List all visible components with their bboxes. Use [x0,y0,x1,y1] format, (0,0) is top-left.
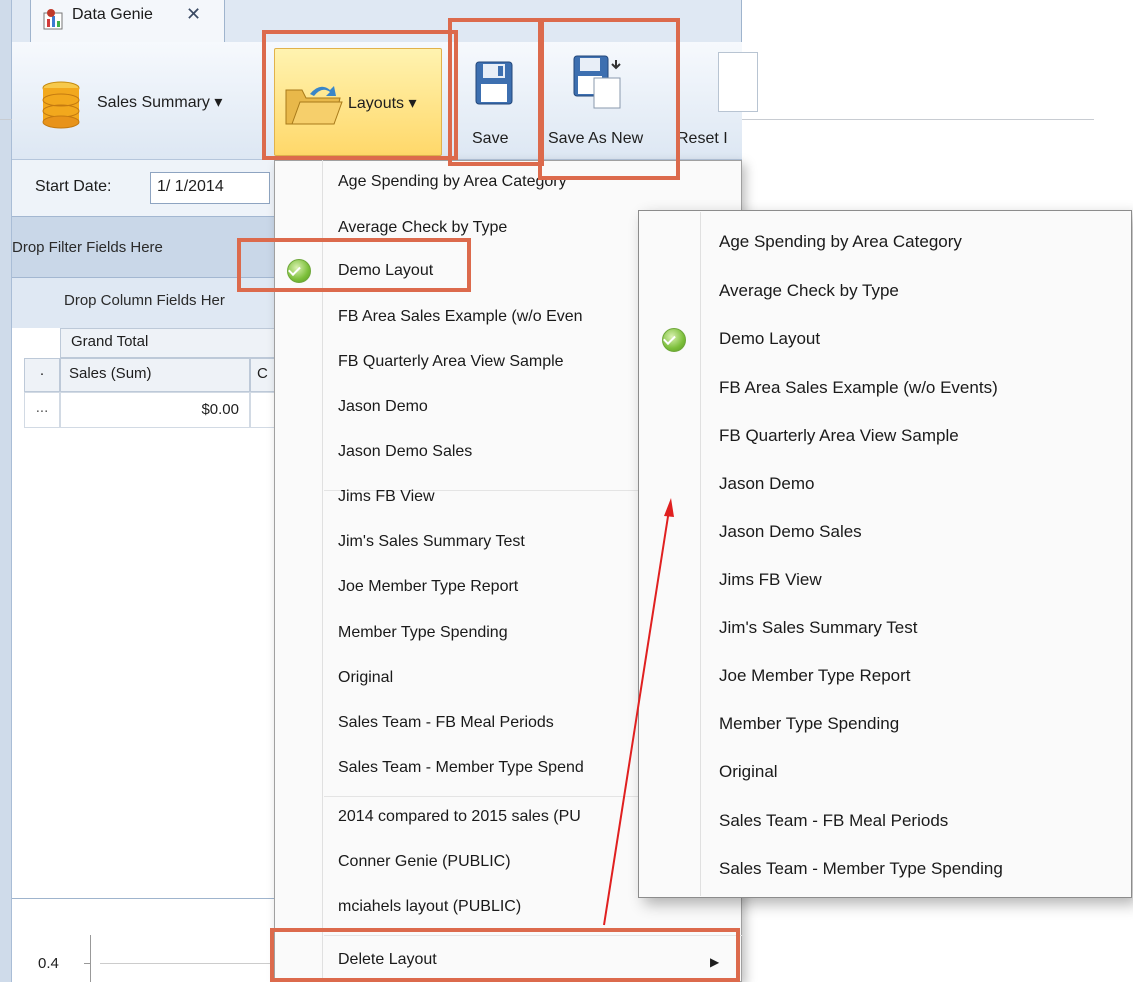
start-date-label: Start Date: [35,178,112,195]
menu-item[interactable]: Sales Team - Member Type Spend [338,759,584,777]
menu-item[interactable]: Average Check by Type [338,219,507,237]
menu-item[interactable]: Member Type Spending [338,624,508,642]
chart-tick-label: 0.4 [38,955,59,972]
menu-item[interactable]: Original [338,669,393,687]
left-rail [0,0,12,982]
demo-layout-highlight [237,238,471,292]
drop-column-label: Drop Column Fields Her [64,292,225,309]
zoom-menu-item: FB Quarterly Area View Sample [719,426,959,445]
menu-item[interactable]: mciahels layout (PUBLIC) [338,898,521,916]
chart-gridline [100,963,275,964]
layouts-highlight [262,30,458,160]
zoom-menu-item: Jim's Sales Summary Test [719,618,918,637]
zoom-menu-item: Jason Demo [719,474,815,493]
zoom-menu-item: Sales Team - Member Type Spending [719,859,1003,878]
menu-item[interactable]: FB Quarterly Area View Sample [338,353,564,371]
chart-axis [90,935,91,982]
data-genie-icon [43,9,63,30]
zoom-menu-item: Jims FB View [719,570,822,589]
zoom-menu-item: FB Area Sales Example (w/o Events) [719,378,998,397]
database-icon[interactable] [40,80,82,130]
reset-button[interactable]: Reset I [677,130,728,148]
zoom-menu-item: Average Check by Type [719,281,899,300]
row-header[interactable]: · [24,358,60,392]
close-icon[interactable]: ✕ [186,4,201,25]
zoom-menu-item: Original [719,762,778,781]
menu-item[interactable]: 2014 compared to 2015 sales (PU [338,808,581,826]
start-date-input[interactable]: 1/ 1/2014 [150,172,270,204]
menu-item[interactable]: FB Area Sales Example (w/o Even [338,308,583,326]
menu-item[interactable]: Jason Demo Sales [338,443,472,461]
save-as-new-highlight [538,18,680,180]
zoomed-menu-callout [638,210,1132,898]
menu-item[interactable]: Conner Genie (PUBLIC) [338,853,511,871]
sales-sum-header[interactable]: Sales (Sum) [60,358,250,392]
menu-item[interactable]: Sales Team - FB Meal Periods [338,714,554,732]
zoom-icon-gutter [700,212,701,896]
zoom-menu-item: Member Type Spending [719,714,900,733]
delete-layout-highlight [270,928,740,982]
menu-item[interactable]: Age Spending by Area Category [338,173,567,191]
zoom-menu-item: Sales Team - FB Meal Periods [719,811,949,830]
zoom-menu-item: Joe Member Type Report [719,666,911,685]
chart-tick-mark [84,963,90,964]
menu-item[interactable]: Jim's Sales Summary Test [338,533,525,551]
save-highlight [448,18,544,166]
zoom-menu-item: Jason Demo Sales [719,522,862,541]
tab-title: Data Genie [72,6,153,23]
drop-filter-label: Drop Filter Fields Here [12,239,163,256]
menu-item[interactable]: Jason Demo [338,398,428,416]
row-header[interactable]: ... [24,392,60,428]
zoom-menu-item: Demo Layout [719,329,821,348]
sales-value-cell[interactable]: $0.00 [60,392,250,428]
zoom-menu-item: Age Spending by Area Category [719,232,962,251]
sales-summary-dropdown[interactable]: Sales Summary ▾ [97,92,222,112]
menu-item[interactable]: Joe Member Type Report [338,578,518,596]
reset-icon[interactable] [718,52,758,112]
menu-item[interactable]: Jims FB View [338,488,435,506]
check-icon [662,328,686,352]
grand-total-header[interactable]: Grand Total [60,328,282,358]
